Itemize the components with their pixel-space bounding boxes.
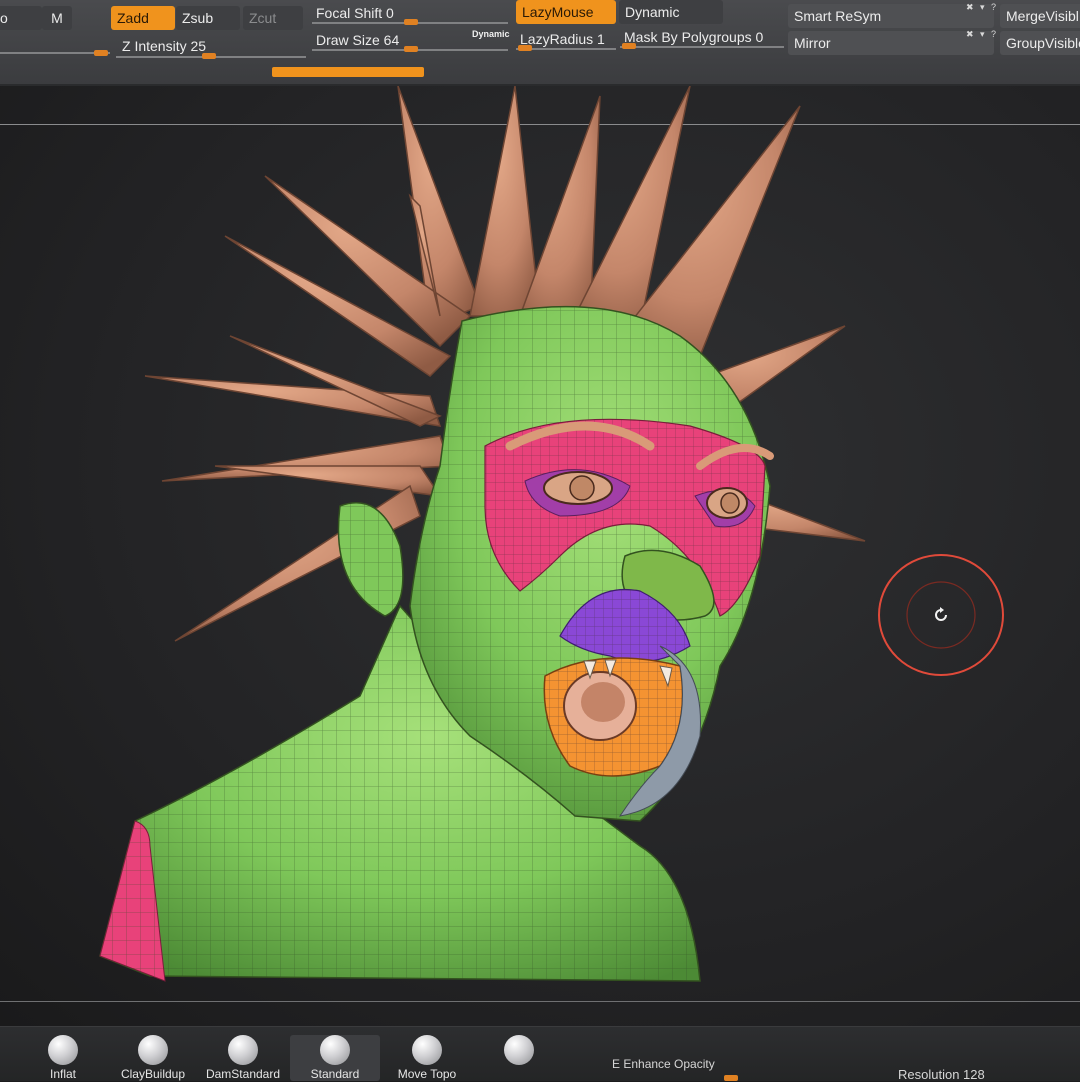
move-topo-brush-icon xyxy=(412,1035,442,1065)
brush-inflat[interactable]: Inflat xyxy=(18,1035,108,1081)
brush-label: Standard xyxy=(310,1067,360,1081)
damstandard-brush-icon xyxy=(228,1035,258,1065)
brush-damstandard[interactable]: DamStandard xyxy=(198,1035,288,1081)
top-toolbar: o M Zadd Zsub Zcut Z Intensity 25 Focal … xyxy=(0,0,1080,86)
mirror-button[interactable]: Mirror xyxy=(788,31,994,55)
mask-by-polygroups-knob[interactable] xyxy=(622,43,636,49)
focal-shift-knob[interactable] xyxy=(404,19,418,25)
lazymouse-button[interactable]: LazyMouse xyxy=(516,0,616,24)
brush-label: ClayBuildup xyxy=(120,1067,186,1081)
standard-brush-icon xyxy=(320,1035,350,1065)
zadd-button[interactable]: Zadd xyxy=(111,6,175,30)
enhance-opacity-slider[interactable]: E Enhance Opacity xyxy=(612,1057,715,1071)
zcut-button[interactable]: Zcut xyxy=(243,6,303,30)
lazyradius-knob[interactable] xyxy=(518,45,532,51)
brush-standard[interactable]: Standard xyxy=(290,1035,380,1081)
zsub-button[interactable]: Zsub xyxy=(176,6,240,30)
rotate-icon xyxy=(935,607,947,621)
brush-label: Move Topo xyxy=(397,1067,457,1081)
brush-label: DamStandard xyxy=(205,1067,281,1081)
cut-mode-button[interactable]: o xyxy=(0,6,42,30)
brush-label: Inflat xyxy=(49,1067,76,1081)
draw-size-knob[interactable] xyxy=(404,46,418,52)
dynamic-toggle-small[interactable]: Dynamic xyxy=(466,22,516,46)
extra-brush-icon xyxy=(504,1035,534,1065)
slider-knob[interactable] xyxy=(94,50,108,56)
enhance-opacity-knob[interactable] xyxy=(724,1075,738,1081)
smart-resym-button[interactable]: Smart ReSym xyxy=(788,4,994,28)
z-intensity-knob[interactable] xyxy=(202,53,216,59)
inflat-brush-icon xyxy=(48,1035,78,1065)
canvas-viewport[interactable] xyxy=(0,86,1080,1026)
brush-shelf: Inflat ClayBuildup DamStandard Standard … xyxy=(0,1026,1080,1082)
group-visible-button[interactable]: GroupVisible xyxy=(1000,31,1080,55)
dynamic-button[interactable]: Dynamic xyxy=(619,0,723,24)
brush-claybuildup[interactable]: ClayBuildup xyxy=(108,1035,198,1081)
mask-by-polygroups-track xyxy=(620,46,784,48)
claybuildup-brush-icon xyxy=(138,1035,168,1065)
brush-extra[interactable] xyxy=(474,1035,564,1067)
active-indicator-bar xyxy=(272,67,424,77)
merge-visible-button[interactable]: MergeVisibl xyxy=(1000,4,1080,28)
brush-move-topo[interactable]: Move Topo xyxy=(382,1035,472,1081)
pin-icons: ✖ ▾ ? xyxy=(966,2,999,12)
z-intensity-slider[interactable]: Z Intensity 25 xyxy=(116,34,212,58)
m-button[interactable]: M xyxy=(42,6,72,30)
pin-icons-2: ✖ ▾ ? xyxy=(966,29,999,39)
rotate-gizmo[interactable] xyxy=(876,552,1006,678)
